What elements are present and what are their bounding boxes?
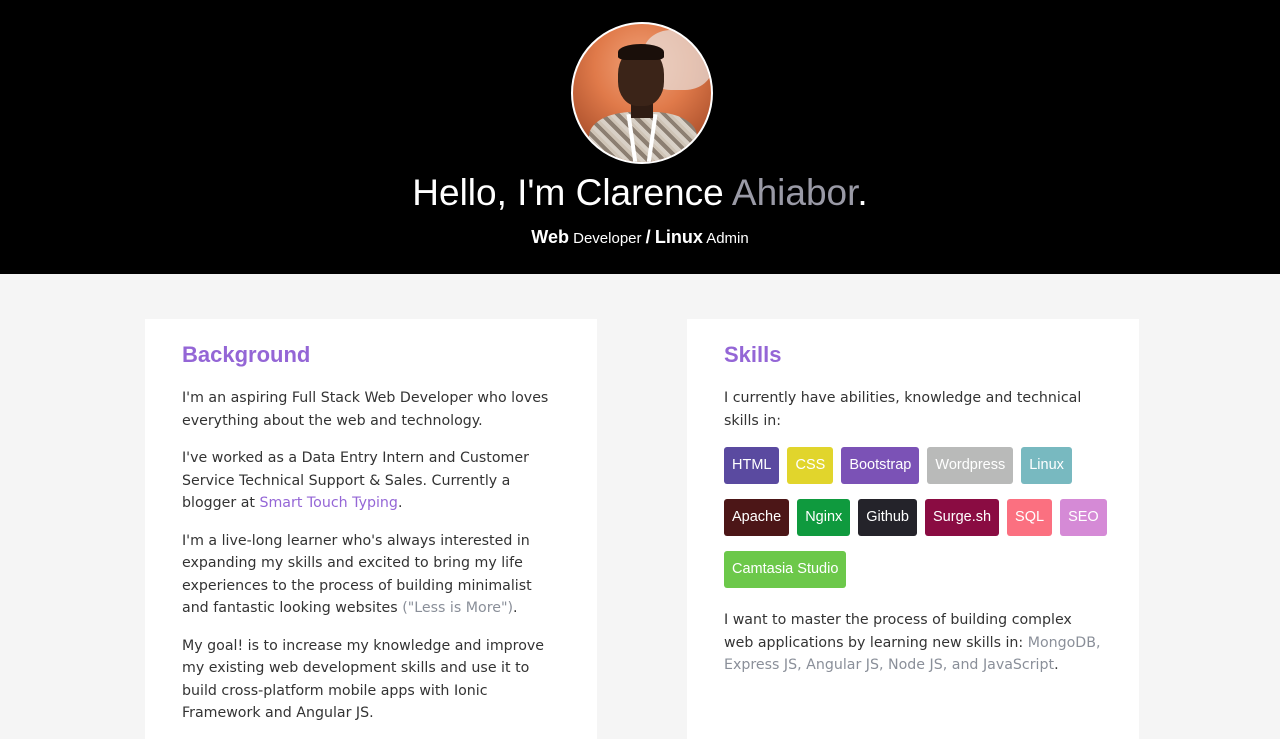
skill-badge: Linux (1021, 447, 1072, 484)
greeting-text: Hello, I'm Clarence (412, 172, 732, 213)
skills-intro: I currently have abilities, knowledge an… (724, 390, 1082, 429)
skills-outro: I want to master the process of building… (724, 609, 1102, 677)
skill-badge: Nginx (797, 499, 851, 536)
skill-badge: Github (858, 499, 917, 536)
smart-touch-typing-link[interactable]: Smart Touch Typing (259, 495, 397, 511)
role-linux: Linux (654, 227, 703, 247)
role-subtitle: Web Developer / Linux Admin (0, 224, 1280, 252)
surname-text: Ahiabor (731, 172, 858, 213)
skills-outro-end: . (1054, 657, 1059, 673)
skills-badge-list: HTML CSS Bootstrap Wordpress Linux Apache Ngin… (724, 447, 1108, 588)
background-paragraph-3: I'm a live-long learner who's always int… (182, 530, 560, 620)
skills-title: Skills (724, 342, 782, 367)
skill-badge: Apache (724, 499, 790, 536)
role-separator: / (645, 227, 651, 247)
background-p3-end: . (513, 600, 518, 616)
skill-badge: Wordpress (927, 447, 1014, 484)
skill-badge: HTML (724, 447, 780, 484)
skill-badge: SQL (1007, 499, 1053, 536)
title-period: . (857, 172, 868, 213)
role-web: Web (531, 227, 569, 247)
background-card: Background I'm an aspiring Full Stack We… (145, 319, 597, 739)
page-title: Hello, I'm Clarence Ahiabor. (0, 168, 1280, 218)
background-paragraph-1: I'm an aspiring Full Stack Web Developer… (182, 390, 549, 429)
role-linux-rest: Admin (702, 230, 749, 247)
avatar-shirt (589, 112, 697, 162)
profile-header: Hello, I'm Clarence Ahiabor. Web Develop… (0, 0, 1280, 274)
less-is-more-quote: ("Less is More") (402, 600, 513, 616)
skills-outro-text: I want to master the process of building… (724, 612, 1072, 651)
skills-card: Skills I currently have abilities, knowl… (687, 319, 1139, 739)
avatar-hair (618, 44, 664, 60)
skill-badge: CSS (787, 447, 834, 484)
background-paragraph-2: I've worked as a Data Entry Intern and C… (182, 447, 560, 515)
profile-avatar (571, 22, 713, 164)
role-web-rest: Developer (568, 230, 646, 247)
background-title: Background (182, 342, 311, 367)
background-p2-end: . (397, 495, 403, 511)
skill-badge: Surge.sh (925, 499, 1000, 536)
background-paragraph-4: My goal! is to increase my knowledge and… (182, 637, 545, 722)
skill-badge: Bootstrap (841, 447, 920, 484)
skill-badge: SEO (1060, 499, 1107, 536)
skill-badge: Camtasia Studio (724, 551, 847, 588)
